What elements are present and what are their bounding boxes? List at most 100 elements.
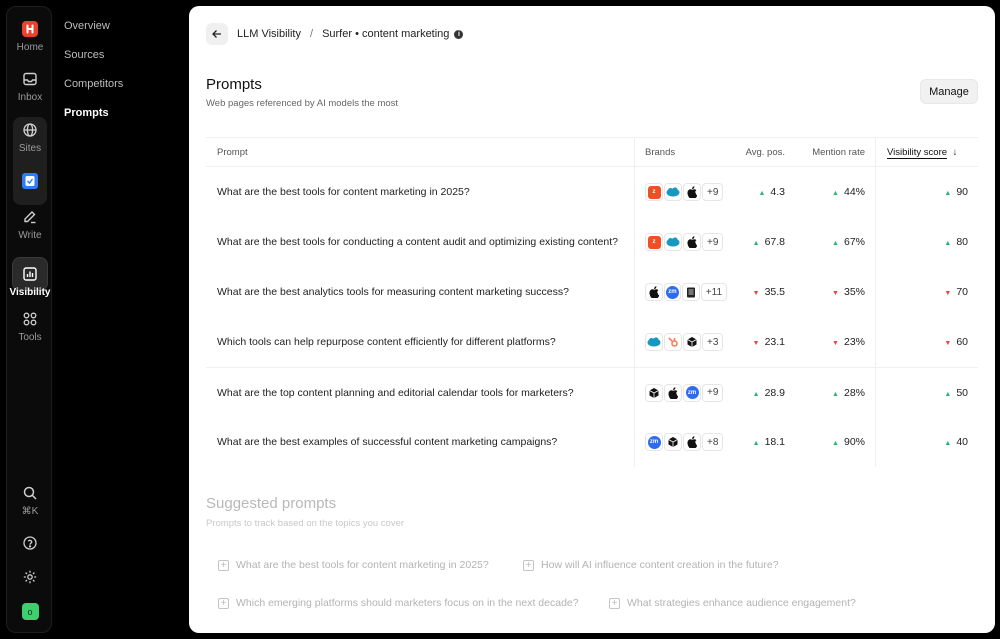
mention-rate-value-cell: ▼ 23% xyxy=(795,336,875,348)
triangle-up-icon: ▲ xyxy=(832,190,839,197)
brand-logos[interactable]: +3 xyxy=(634,333,727,351)
suggested-prompt[interactable]: + Which emerging platforms should market… xyxy=(218,597,579,609)
col-mention-rate[interactable]: Mention rate xyxy=(795,147,875,158)
triangle-up-icon: ▲ xyxy=(752,240,760,247)
rail-home[interactable]: Home xyxy=(7,19,53,53)
brands-more-count[interactable]: +9 xyxy=(702,383,724,402)
brand-logos[interactable]: zm +8 xyxy=(634,433,727,451)
suggested-prompt-text: How will AI influence content creation i… xyxy=(541,559,779,571)
brands-more-count[interactable]: +3 xyxy=(702,333,724,351)
col-visibility-score[interactable]: Visibility score ↓ xyxy=(875,146,978,159)
zoom-logo-icon: zm xyxy=(683,383,701,402)
manage-button[interactable]: Manage xyxy=(920,79,978,104)
rail-site-favicon[interactable] xyxy=(7,171,53,191)
back-button[interactable] xyxy=(206,23,228,45)
suggested-prompt[interactable]: + What are the best tools for content ma… xyxy=(218,559,489,571)
avg-pos-value-cell: ▲ 18.1 xyxy=(727,436,795,448)
avg-pos-value-cell: ▲ 28.9 xyxy=(727,387,795,399)
salesforce-logo-icon xyxy=(645,333,663,351)
col-brands[interactable]: Brands xyxy=(634,147,727,158)
table-row[interactable]: What are the best tools for content mark… xyxy=(206,167,978,217)
suggested-prompt[interactable]: + What strategies enhance audience engag… xyxy=(609,597,856,609)
prompts-table: Prompt Brands Avg. pos. Mention rate Vis… xyxy=(206,137,978,467)
chart-icon xyxy=(20,264,40,284)
brand-logos[interactable]: z +9 xyxy=(634,233,727,251)
page-title: Prompts xyxy=(206,76,262,93)
brand-logos[interactable]: z +9 xyxy=(634,183,727,201)
triangle-up-icon: ▲ xyxy=(752,440,760,447)
avg-pos-value-cell: ▲ 67.8 xyxy=(727,236,795,248)
rail-sites-label: Sites xyxy=(18,143,42,154)
visibility-score-value-cell: ▼ 70 xyxy=(875,286,978,298)
salesforce-logo-icon xyxy=(664,183,682,201)
avatar-initial: o xyxy=(27,606,33,617)
rail-help[interactable] xyxy=(7,533,53,553)
table-row[interactable]: What are the best tools for conducting a… xyxy=(206,217,978,267)
col-prompt[interactable]: Prompt xyxy=(206,147,634,158)
document-logo-icon xyxy=(682,283,700,301)
apple-logo-icon xyxy=(664,383,682,402)
visibility-score-value: 60 xyxy=(956,336,968,348)
brands-more-count[interactable]: +9 xyxy=(702,183,724,201)
col-avg-pos[interactable]: Avg. pos. xyxy=(727,147,795,158)
subnav-item-sources[interactable]: Sources xyxy=(64,47,123,76)
avg-pos-value: 67.8 xyxy=(764,236,785,248)
avg-pos-value: 18.1 xyxy=(764,436,785,448)
subnav-item-prompts[interactable]: Prompts xyxy=(64,105,123,134)
subnav-item-competitors[interactable]: Competitors xyxy=(64,76,123,105)
avg-pos-value: 28.9 xyxy=(764,386,785,399)
icon-rail: Home Inbox Sites Write Visibility Tools … xyxy=(6,6,52,633)
prompt-text: What are the best tools for content mark… xyxy=(217,186,470,198)
search-icon xyxy=(20,483,40,503)
rail-tools[interactable]: Tools xyxy=(7,309,53,343)
visibility-score-value: 40 xyxy=(956,436,968,448)
triangle-down-icon: ▼ xyxy=(832,340,839,347)
table-row[interactable]: Which tools can help repurpose content e… xyxy=(206,317,978,367)
rail-sites[interactable]: Sites xyxy=(7,120,53,154)
help-icon xyxy=(20,533,40,553)
mention-rate-value-cell: ▼ 35% xyxy=(795,286,875,298)
rail-search[interactable]: ⌘K xyxy=(7,483,53,517)
zoom-logo-icon: zm xyxy=(645,433,663,451)
avg-pos-value-cell: ▼ 23.1 xyxy=(727,336,795,348)
prompt-text: Which tools can help repurpose content e… xyxy=(217,336,556,348)
rail-avatar[interactable]: o xyxy=(7,603,53,620)
rail-inbox[interactable]: Inbox xyxy=(7,69,53,103)
globe-icon xyxy=(20,120,40,140)
suggested-subtitle: Prompts to track based on the topics you… xyxy=(206,518,405,529)
cube-logo-icon xyxy=(664,433,682,451)
info-icon[interactable]: i xyxy=(454,29,464,39)
apple-logo-icon xyxy=(645,283,663,301)
rail-tools-label: Tools xyxy=(18,332,42,343)
breadcrumb-root[interactable]: LLM Visibility xyxy=(237,28,301,40)
brands-more-count[interactable]: +8 xyxy=(702,433,724,451)
brand-logos[interactable]: zm +11 xyxy=(634,283,728,301)
brands-more-count[interactable]: +9 xyxy=(702,233,724,251)
avg-pos-value: 35.5 xyxy=(764,286,785,298)
apple-logo-icon xyxy=(683,433,701,451)
brands-more-count[interactable]: +11 xyxy=(700,283,728,301)
visibility-score-value: 80 xyxy=(956,236,968,248)
suggested-prompt[interactable]: + How will AI influence content creation… xyxy=(523,559,779,571)
pen-icon xyxy=(20,207,40,227)
rail-visibility[interactable]: Visibility xyxy=(7,264,53,298)
table-row[interactable]: What are the best examples of successful… xyxy=(206,417,978,467)
cube-logo-icon xyxy=(683,333,701,351)
table-row[interactable]: What are the best analytics tools for me… xyxy=(206,267,978,317)
prompt-text: What are the best examples of successful… xyxy=(217,436,558,448)
triangle-down-icon: ▼ xyxy=(944,290,952,297)
rail-settings[interactable] xyxy=(7,567,53,587)
brand-logos[interactable]: zm +9 xyxy=(634,383,727,402)
visibility-score-value-cell: ▼ 60 xyxy=(875,336,978,348)
table-row[interactable]: What are the top content planning and ed… xyxy=(206,367,978,417)
hubspot-logo-icon xyxy=(664,333,682,351)
prompt-text: What are the best tools for conducting a… xyxy=(217,236,618,248)
suggested-prompt-text: What are the best tools for content mark… xyxy=(236,559,489,571)
col-visibility-score-label: Visibility score xyxy=(887,146,948,159)
mention-rate-value: 90% xyxy=(843,436,865,448)
avg-pos-value: 4.3 xyxy=(770,186,785,198)
triangle-down-icon: ▼ xyxy=(752,290,760,297)
zapier-logo-icon: z xyxy=(645,183,663,201)
subnav-item-overview[interactable]: Overview xyxy=(64,18,123,47)
rail-write[interactable]: Write xyxy=(7,207,53,241)
